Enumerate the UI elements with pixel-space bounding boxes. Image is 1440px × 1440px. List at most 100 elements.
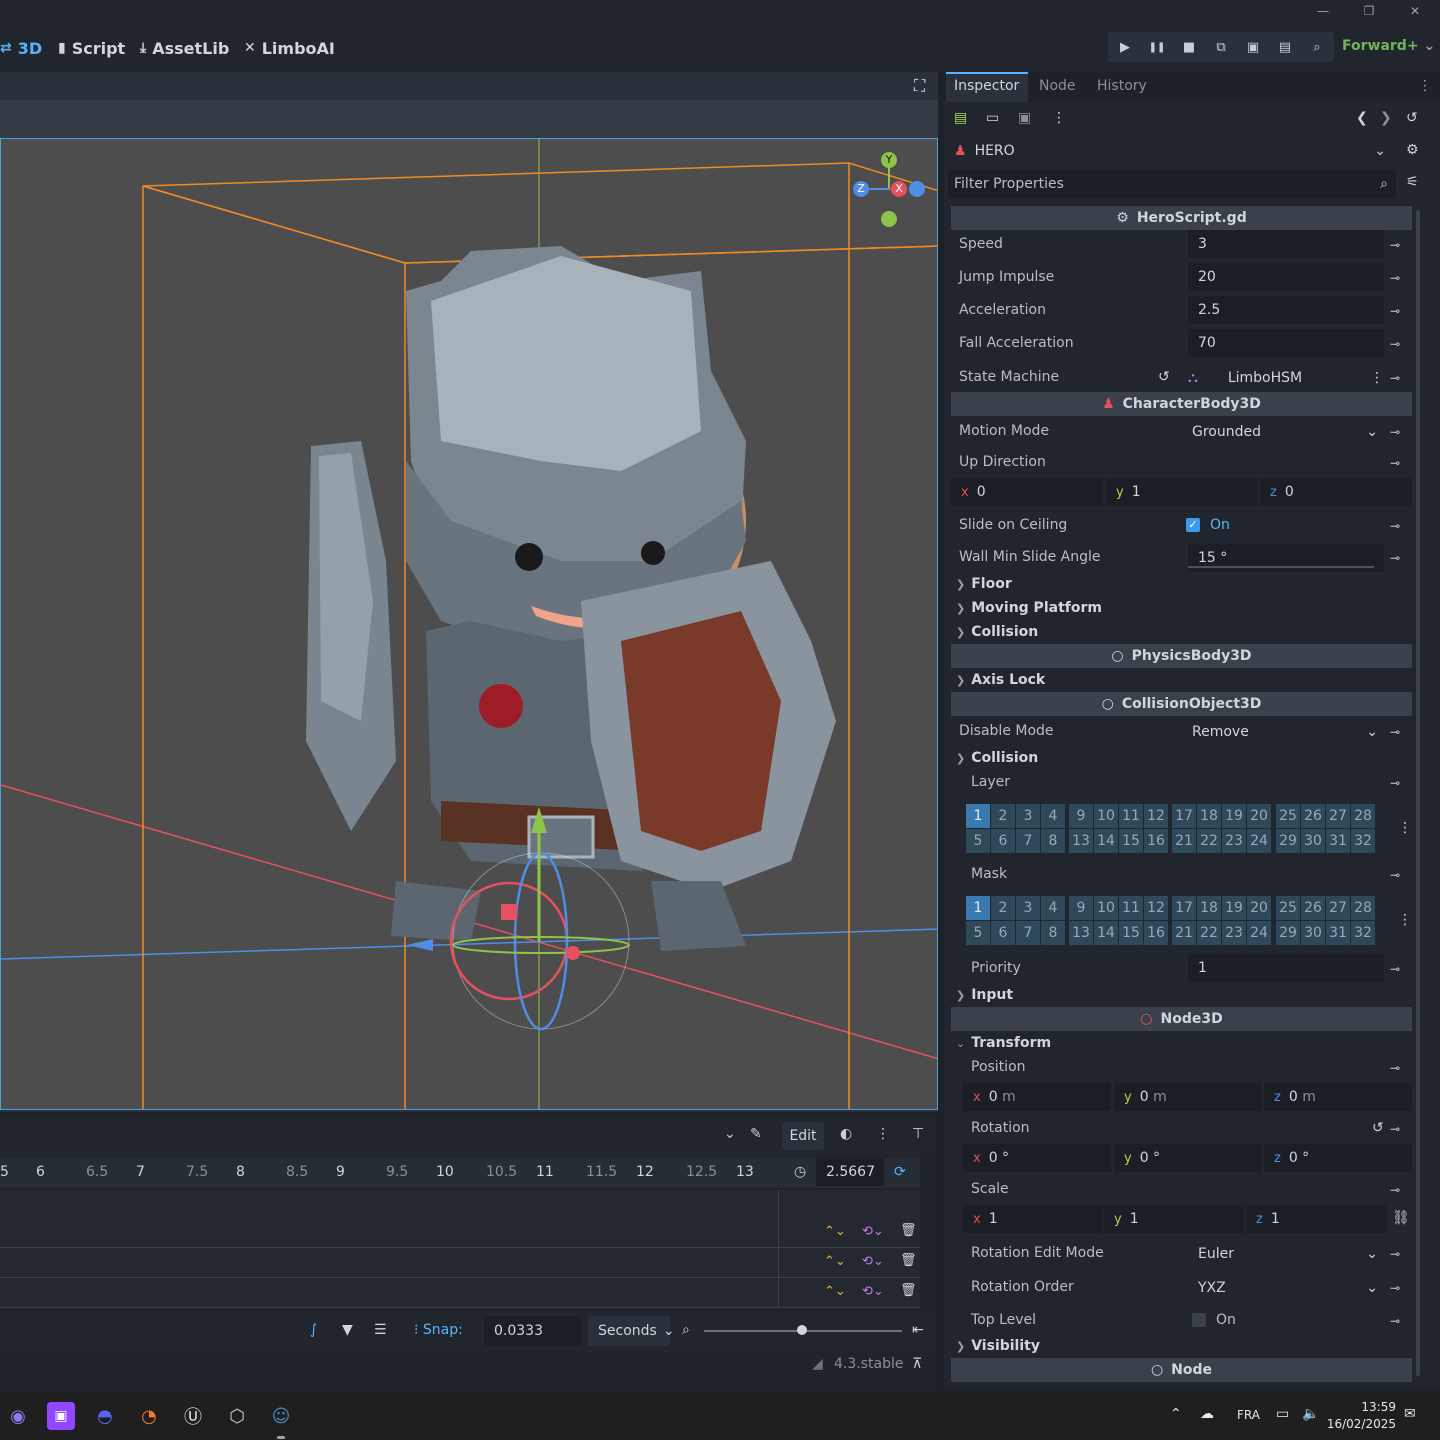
dock-icon[interactable]: ⊼ [912,1356,922,1372]
layer-bit[interactable]: 2 [991,804,1015,828]
speed-field[interactable]: 3 [1188,230,1384,258]
gizmo-z[interactable]: Z [853,181,869,197]
section-node[interactable]: ○ Node [951,1358,1412,1382]
layer-bit[interactable]: 27 [1326,896,1350,920]
renderer-select[interactable]: Forward+ ⌄ [1342,38,1435,54]
up-direction-z[interactable]: z0 [1260,478,1412,506]
unity-icon[interactable]: ⬡ [223,1402,251,1430]
more-icon[interactable]: ⋮ [1418,78,1432,94]
position-z[interactable]: z0 m [1264,1083,1412,1111]
animation-edit-icon[interactable]: ✎ [750,1126,762,1142]
group-collision-layers[interactable]: ❯ Collision [956,750,1038,766]
snap-toggle[interactable]: ⁝ Snap: [414,1322,463,1338]
layer-bit[interactable]: 1 [966,804,990,828]
chevron-up-icon[interactable]: ⌃ [1170,1406,1182,1422]
layer-bit[interactable]: 10 [1094,804,1118,828]
group-input[interactable]: ❯ Input [956,987,1013,1003]
layer-bit[interactable]: 17 [1172,896,1196,920]
interpolation-icon[interactable]: ⌃⌄ [824,1224,846,1239]
chevron-down-icon[interactable]: ⌄ [724,1126,736,1142]
interpolation-icon[interactable]: ⌃⌄ [824,1284,846,1299]
layer-bit[interactable]: 26 [1301,804,1325,828]
revert-icon[interactable]: ⊸ [1390,304,1400,318]
layer-bit[interactable]: 4 [1041,804,1065,828]
more-icon[interactable]: ⋮ [1398,912,1412,928]
layer-bit[interactable]: 1 [966,896,990,920]
layer-bit[interactable]: 21 [1172,829,1196,853]
clock-time[interactable]: 13:59 [1336,1400,1396,1414]
loop-wrap-icon[interactable]: ⟲⌄ [862,1254,884,1269]
cloud-icon[interactable]: ☁ [1200,1406,1214,1422]
stop-icon[interactable]: ■ [1174,34,1204,60]
scale-x[interactable]: x1 [963,1205,1103,1233]
filter-properties-input[interactable]: Filter Properties ⌕ [948,170,1396,198]
layer-bit[interactable]: 2 [991,896,1015,920]
tab-inspector[interactable]: Inspector [954,78,1019,94]
jump-impulse-field[interactable]: 20 [1188,263,1384,291]
current-time-field[interactable]: 2.5667 [816,1158,884,1186]
timeline-ruler[interactable]: 5 6 6.5 7 7.5 8 8.5 9 9.5 10 10.5 11 11.… [0,1158,920,1188]
snap-value-field[interactable]: 0.0333 [484,1316,582,1346]
inspector-scrollbar[interactable] [1416,210,1420,1376]
layer-bit[interactable]: 11 [1119,804,1143,828]
priority-field[interactable]: 1 [1188,954,1384,982]
movie-maker-icon[interactable]: ⌕ [1302,34,1332,60]
layer-bit[interactable]: 32 [1351,829,1375,853]
revert-icon[interactable]: ⊸ [1390,271,1400,285]
section-collisionobject3d[interactable]: ○ CollisionObject3D [951,692,1412,716]
list-icon[interactable]: ☰ [374,1322,387,1338]
workspace-3d[interactable]: ⇄ 3D [0,36,42,60]
section-physicsbody3d[interactable]: ○ PhysicsBody3D [951,644,1412,668]
layer-bit[interactable]: 12 [1144,804,1168,828]
revert-icon[interactable]: ⊸ [1390,371,1400,385]
scale-y[interactable]: y1 [1104,1205,1244,1233]
twitch-icon[interactable]: ▣ [47,1402,75,1430]
3d-viewport[interactable]: Y Z X [0,138,938,1110]
layer-bit[interactable]: 4 [1041,896,1065,920]
layer-bit[interactable]: 18 [1197,896,1221,920]
loop-icon[interactable]: ⟳ [894,1164,906,1180]
workspace-limboai[interactable]: ✕ LimboAI [244,36,335,60]
revert-icon[interactable]: ⊸ [1390,962,1400,976]
zoom-slider-handle[interactable] [797,1325,807,1335]
layer-bit[interactable]: 10 [1094,896,1118,920]
edit-button[interactable]: Edit [782,1122,824,1150]
godot-icon[interactable]: ☺ [267,1402,295,1430]
trash-icon[interactable]: 🗑 [900,1253,917,1268]
up-direction-y[interactable]: y1 [1106,478,1258,506]
layer-bit[interactable]: 23 [1222,829,1246,853]
layer-bit[interactable]: 29 [1276,921,1300,945]
revert-icon[interactable]: ⊸ [1390,1183,1400,1197]
layer-bit[interactable]: 8 [1041,921,1065,945]
layer-bit[interactable]: 18 [1197,804,1221,828]
tab-history[interactable]: History [1097,78,1147,94]
layer-bit[interactable]: 19 [1222,804,1246,828]
fall-acceleration-field[interactable]: 70 [1188,329,1384,357]
section-characterbody3d[interactable]: ♟ CharacterBody3D [951,392,1412,416]
section-node3d[interactable]: ○ Node3D [951,1007,1412,1031]
layer-bit[interactable]: 6 [991,829,1015,853]
node-selector[interactable]: ♟ HERO ⌄ [948,138,1396,164]
network-icon[interactable]: ▭ [1276,1406,1289,1422]
group-visibility[interactable]: ❯ Visibility [956,1338,1040,1354]
layer-bit[interactable]: 32 [1351,921,1375,945]
revert-icon[interactable]: ⊸ [1390,519,1400,533]
rotation-y[interactable]: y0 ° [1114,1144,1262,1172]
layer-bit[interactable]: 15 [1119,921,1143,945]
more-icon[interactable]: ⋮ [876,1126,890,1142]
unreal-icon[interactable]: Ⓤ [179,1402,207,1430]
rotation-z[interactable]: z0 ° [1264,1144,1412,1172]
remote-debug-icon[interactable]: ⧉ [1206,34,1236,60]
layer-bit[interactable]: 22 [1197,921,1221,945]
layer-bit[interactable]: 5 [966,829,990,853]
link-icon[interactable]: ⛓ [1392,1210,1410,1226]
history-icon[interactable]: ↺ [1406,110,1418,126]
play-scene-icon[interactable]: ▣ [1238,34,1268,60]
layer-bit[interactable]: 13 [1069,921,1093,945]
rotation-edit-mode-select[interactable]: Euler ⌄ [1188,1240,1384,1268]
group-axis-lock[interactable]: ❯ Axis Lock [956,672,1045,688]
top-level-checkbox[interactable]: On [1192,1312,1236,1328]
layer-bit[interactable]: 27 [1326,804,1350,828]
back-icon[interactable]: ❮ [1356,110,1368,126]
layer-bit[interactable]: 11 [1119,896,1143,920]
